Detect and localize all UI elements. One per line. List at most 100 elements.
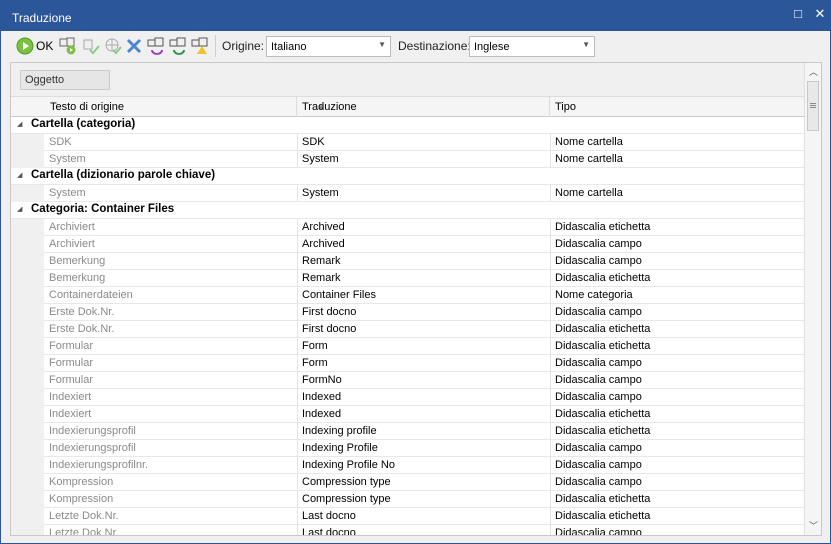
translation-cell[interactable]: Last docno <box>302 510 356 522</box>
table-row[interactable]: Archiviert Archived Didascalia etichetta <box>11 219 804 236</box>
collapse-icon[interactable]: ◢ <box>17 205 22 213</box>
table-row[interactable]: Erste Dok.Nr. First docno Didascalia campo <box>11 304 804 321</box>
origin-select[interactable]: Italiano ▼ <box>266 36 391 57</box>
cell-divider <box>297 270 298 287</box>
column-header-translation[interactable]: Traduzione <box>297 97 550 117</box>
group-row[interactable]: ◢ Cartella (categoria) <box>11 117 804 134</box>
table-row[interactable]: Indexiert Indexed Didascalia etichetta <box>11 406 804 423</box>
cell-divider <box>297 474 298 491</box>
type-cell: Didascalia etichetta <box>555 408 651 420</box>
cell-divider <box>297 491 298 508</box>
table-row[interactable]: Indexierungsprofil Indexing profile Didasc… <box>11 423 804 440</box>
translation-cell[interactable]: Form <box>302 340 328 352</box>
translation-cell[interactable]: Form <box>302 357 328 369</box>
translation-cell[interactable]: Indexed <box>302 408 341 420</box>
cell-divider <box>297 372 298 389</box>
type-cell: Didascalia etichetta <box>555 221 651 233</box>
collapse-icon[interactable]: ◢ <box>17 171 22 179</box>
cell-divider <box>550 457 551 474</box>
row-indent <box>11 406 44 423</box>
group-row[interactable]: ◢ Categoria: Container Files <box>11 202 804 219</box>
cell-divider <box>550 406 551 423</box>
table-row[interactable]: Letzte Dok.Nr. Last docno Didascalia campo <box>11 525 804 535</box>
translation-cell[interactable]: Indexing Profile <box>302 442 378 454</box>
translation-cell[interactable]: Indexing Profile No <box>302 459 395 471</box>
table-row[interactable]: Erste Dok.Nr. First docno Didascalia etich… <box>11 321 804 338</box>
scroll-thumb[interactable] <box>807 81 819 131</box>
table-row[interactable]: Kompression Compression type Didascalia et… <box>11 491 804 508</box>
translate-purple-icon[interactable] <box>147 37 165 55</box>
translation-window: Traduzione □ ✕ OK Origine: Italiano ▼ Des… <box>0 0 831 544</box>
table-row[interactable]: Indexierungsprofil Indexing Profile Didasc… <box>11 440 804 457</box>
translation-cell[interactable]: Remark <box>302 255 341 267</box>
row-indent <box>11 219 44 236</box>
title-bar: Traduzione □ ✕ <box>1 1 830 31</box>
accept-icon[interactable] <box>82 37 100 55</box>
translation-cell[interactable]: Archived <box>302 238 345 250</box>
column-header-source[interactable]: Testo di origine ▲ <box>44 97 325 117</box>
scroll-up-icon[interactable]: ︿ <box>805 64 821 80</box>
type-cell: Didascalia campo <box>555 442 642 454</box>
group-by-area: Oggetto <box>11 63 804 97</box>
destination-select[interactable]: Inglese ▼ <box>469 36 595 57</box>
translation-cell[interactable]: Last docno <box>302 527 356 535</box>
cell-divider <box>550 389 551 406</box>
table-row[interactable]: Indexiert Indexed Didascalia campo <box>11 389 804 406</box>
translate-green-icon[interactable] <box>169 37 187 55</box>
column-header-type[interactable]: Tipo <box>550 97 804 117</box>
row-indent <box>11 151 44 168</box>
translation-cell[interactable]: Archived <box>302 221 345 233</box>
group-chip-oggetto[interactable]: Oggetto <box>20 70 110 90</box>
cell-divider <box>550 321 551 338</box>
translation-cell[interactable]: FormNo <box>302 374 342 386</box>
translation-cell[interactable]: SDK <box>302 136 325 148</box>
source-cell: Containerdateien <box>49 289 133 301</box>
collapse-icon[interactable]: ◢ <box>17 120 22 128</box>
accept-web-icon[interactable] <box>104 37 122 55</box>
source-cell: Formular <box>49 340 94 352</box>
table-row[interactable]: Formular FormNo Didascalia campo <box>11 372 804 389</box>
row-indent <box>11 253 44 270</box>
translation-cell[interactable]: Compression type <box>302 476 391 488</box>
table-row[interactable]: System System Nome cartella <box>11 185 804 202</box>
cell-divider <box>297 321 298 338</box>
row-indent <box>11 270 44 287</box>
vertical-scrollbar[interactable]: ︿ ﹀ <box>804 63 821 535</box>
table-row[interactable]: Letzte Dok.Nr. Last docno Didascalia etich… <box>11 508 804 525</box>
group-row[interactable]: ◢ Cartella (dizionario parole chiave) <box>11 168 804 185</box>
translate-warning-icon[interactable] <box>191 37 209 55</box>
cell-divider <box>297 253 298 270</box>
maximize-icon[interactable]: □ <box>789 5 807 23</box>
translation-cell[interactable]: System <box>302 187 339 199</box>
translation-cell[interactable]: Remark <box>302 272 341 284</box>
table-row[interactable]: Formular Form Didascalia etichetta <box>11 338 804 355</box>
table-row[interactable]: SDK SDK Nome cartella <box>11 134 804 151</box>
table-row[interactable]: Formular Form Didascalia campo <box>11 355 804 372</box>
cell-divider <box>550 304 551 321</box>
translation-cell[interactable]: Indexing profile <box>302 425 377 437</box>
type-cell: Nome cartella <box>555 136 623 148</box>
type-cell: Didascalia etichetta <box>555 323 651 335</box>
close-icon[interactable]: ✕ <box>811 5 829 23</box>
translation-cell[interactable]: Compression type <box>302 493 391 505</box>
table-row[interactable]: Bemerkung Remark Didascalia campo <box>11 253 804 270</box>
row-indent <box>11 491 44 508</box>
cell-divider <box>550 423 551 440</box>
ok-button[interactable]: OK <box>16 37 53 55</box>
translation-cell[interactable]: First docno <box>302 323 356 335</box>
translate-run-icon[interactable] <box>59 37 77 55</box>
delete-icon[interactable] <box>125 37 143 55</box>
translation-cell[interactable]: System <box>302 153 339 165</box>
table-row[interactable]: Indexierungsprofilnr. Indexing Profile No… <box>11 457 804 474</box>
translation-cell[interactable]: Container Files <box>302 289 376 301</box>
translation-cell[interactable]: First docno <box>302 306 356 318</box>
table-row[interactable]: System System Nome cartella <box>11 151 804 168</box>
type-cell: Didascalia campo <box>555 238 642 250</box>
table-row[interactable]: Kompression Compression type Didascalia ca… <box>11 474 804 491</box>
table-row[interactable]: Containerdateien Container Files Nome cate… <box>11 287 804 304</box>
table-row[interactable]: Archiviert Archived Didascalia campo <box>11 236 804 253</box>
translation-cell[interactable]: Indexed <box>302 391 341 403</box>
scroll-down-icon[interactable]: ﹀ <box>805 518 821 534</box>
table-row[interactable]: Bemerkung Remark Didascalia etichetta <box>11 270 804 287</box>
type-cell: Didascalia campo <box>555 357 642 369</box>
